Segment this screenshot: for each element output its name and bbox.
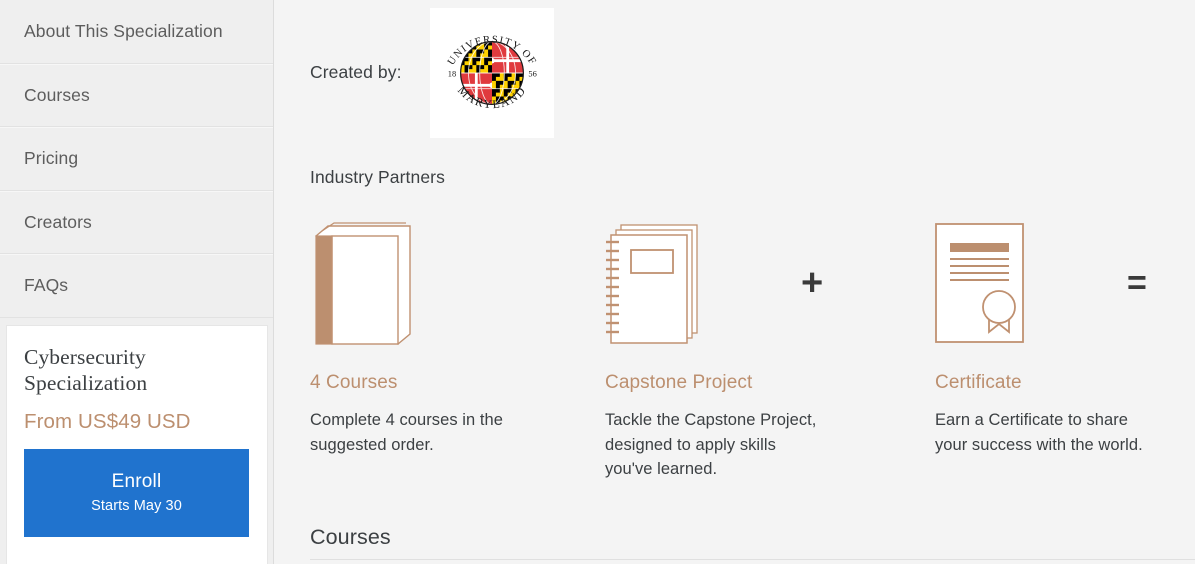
specialization-steps: 4 Courses Complete 4 courses in the sugg… (310, 222, 1195, 482)
sidebar-item-label: Pricing (24, 148, 79, 169)
notebook-icon (606, 224, 698, 344)
step-tile-certificate: Certificate Earn a Certificate to share … (935, 222, 1165, 457)
enroll-button[interactable]: Enroll Starts May 30 (24, 449, 249, 537)
sidebar-nav: About This Specialization Courses Pricin… (0, 0, 273, 318)
plus-operator-icon: + (801, 262, 824, 304)
specialization-title: Cybersecurity Specialization (24, 345, 148, 395)
step-tile-courses: 4 Courses Complete 4 courses in the sugg… (310, 222, 605, 457)
enroll-button-label: Enroll (111, 471, 162, 492)
tile-description: Complete 4 courses in the suggested orde… (310, 411, 503, 454)
book-icon-wrap (310, 222, 605, 347)
created-by-row: Created by: UNIVERSITY OF MARYLAND 18 56 (310, 0, 1195, 138)
sidebar-item-faqs[interactable]: FAQs (0, 254, 273, 318)
seal-year-left: 18 (448, 69, 456, 78)
tile-heading: 4 Courses (310, 372, 398, 393)
tile-heading: Capstone Project (605, 372, 753, 393)
sidebar-item-courses[interactable]: Courses (0, 63, 273, 127)
sidebar-item-creators[interactable]: Creators (0, 190, 273, 254)
specialization-page: About This Specialization Courses Pricin… (0, 0, 1195, 564)
tile-description: Earn a Certificate to share your success… (935, 411, 1143, 454)
sidebar-item-pricing[interactable]: Pricing (0, 127, 273, 191)
courses-section-heading: Courses (310, 525, 391, 549)
book-icon (315, 222, 411, 346)
certificate-icon (935, 223, 1024, 343)
courses-section-divider (310, 559, 1195, 560)
partner-logo-tile[interactable]: UNIVERSITY OF MARYLAND 18 56 (430, 7, 554, 138)
sidebar-item-label: Creators (24, 211, 92, 232)
sidebar: About This Specialization Courses Pricin… (0, 0, 274, 564)
created-by-label: Created by: (310, 62, 402, 82)
price-label: From US$49 USD (24, 410, 191, 433)
seal-year-right: 56 (528, 69, 536, 78)
industry-partners-label: Industry Partners (310, 167, 445, 187)
sidebar-item-label: FAQs (24, 275, 69, 296)
enroll-start-date: Starts May 30 (91, 498, 182, 514)
sidebar-item-label: Courses (24, 84, 90, 105)
step-tile-capstone: Capstone Project Tackle the Capstone Pro… (605, 222, 935, 482)
university-of-maryland-seal: UNIVERSITY OF MARYLAND 18 56 (446, 34, 537, 111)
tile-description: Tackle the Capstone Project, designed to… (605, 411, 817, 478)
enrollment-card: Cybersecurity Specialization From US$49 … (6, 325, 268, 564)
equals-operator-icon: = (1127, 264, 1147, 302)
tile-heading: Certificate (935, 372, 1022, 393)
sidebar-item-label: About This Specialization (24, 20, 223, 41)
sidebar-item-about-this-specialization[interactable]: About This Specialization (0, 0, 273, 64)
notebook-icon-wrap (605, 222, 935, 347)
main-content: Created by: UNIVERSITY OF MARYLAND 18 56… (274, 0, 1195, 564)
